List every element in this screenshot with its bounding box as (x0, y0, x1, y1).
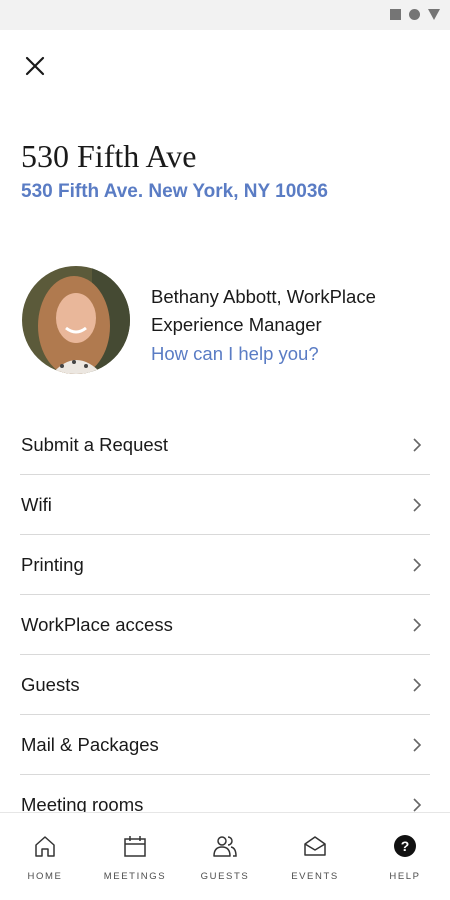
nav-home[interactable]: HOME (0, 813, 90, 900)
nav-guests[interactable]: GUESTS (180, 813, 270, 900)
nav-label: HELP (389, 871, 421, 882)
bottom-nav: HOME MEETINGS GUESTS EVENTS ? HELP (0, 812, 450, 900)
nav-label: EVENTS (291, 871, 339, 882)
help-menu: Submit a Request Wifi Printing WorkPlace… (0, 415, 450, 835)
chevron-right-icon (413, 798, 422, 812)
menu-item-submit-request[interactable]: Submit a Request (20, 415, 430, 475)
chevron-right-icon (413, 558, 422, 572)
calendar-icon (124, 836, 146, 857)
menu-item-label: WorkPlace access (21, 614, 173, 635)
home-icon (35, 836, 55, 857)
page-title: 530 Fifth Ave (21, 138, 197, 174)
close-button[interactable] (22, 53, 48, 79)
svg-text:?: ? (401, 838, 410, 854)
nav-meetings[interactable]: MEETINGS (90, 813, 180, 900)
close-icon (25, 56, 45, 76)
location-address: 530 Fifth Ave. New York, NY 10036 (21, 181, 328, 202)
circle-icon (409, 9, 420, 20)
triangle-icon (428, 9, 440, 20)
chevron-right-icon (413, 438, 422, 452)
menu-item-wifi[interactable]: Wifi (20, 475, 430, 535)
chevron-right-icon (413, 498, 422, 512)
nav-events[interactable]: EVENTS (270, 813, 360, 900)
nav-label: HOME (27, 871, 63, 882)
envelope-icon (304, 836, 326, 856)
nav-label: MEETINGS (103, 871, 167, 882)
menu-item-label: Mail & Packages (21, 734, 159, 755)
menu-item-label: Submit a Request (21, 434, 169, 455)
menu-item-mail-packages[interactable]: Mail & Packages (20, 715, 430, 775)
help-link[interactable]: How can I help you? (151, 343, 319, 365)
menu-item-label: Printing (21, 554, 84, 575)
menu-item-label: Guests (21, 674, 80, 695)
nav-help[interactable]: ? HELP (360, 813, 450, 900)
menu-item-printing[interactable]: Printing (20, 535, 430, 595)
contact-name: Bethany Abbott, WorkPlace Experience Man… (151, 286, 376, 335)
chevron-right-icon (413, 678, 422, 692)
menu-item-label: Wifi (21, 494, 52, 515)
chevron-right-icon (413, 738, 422, 752)
people-icon (213, 836, 237, 857)
avatar (22, 266, 130, 374)
help-icon: ? (394, 835, 416, 857)
menu-item-guests[interactable]: Guests (20, 655, 430, 715)
chevron-right-icon (413, 618, 422, 632)
menu-item-workplace-access[interactable]: WorkPlace access (20, 595, 430, 655)
status-bar (0, 0, 450, 30)
nav-label: GUESTS (200, 871, 250, 882)
square-icon (390, 9, 401, 20)
